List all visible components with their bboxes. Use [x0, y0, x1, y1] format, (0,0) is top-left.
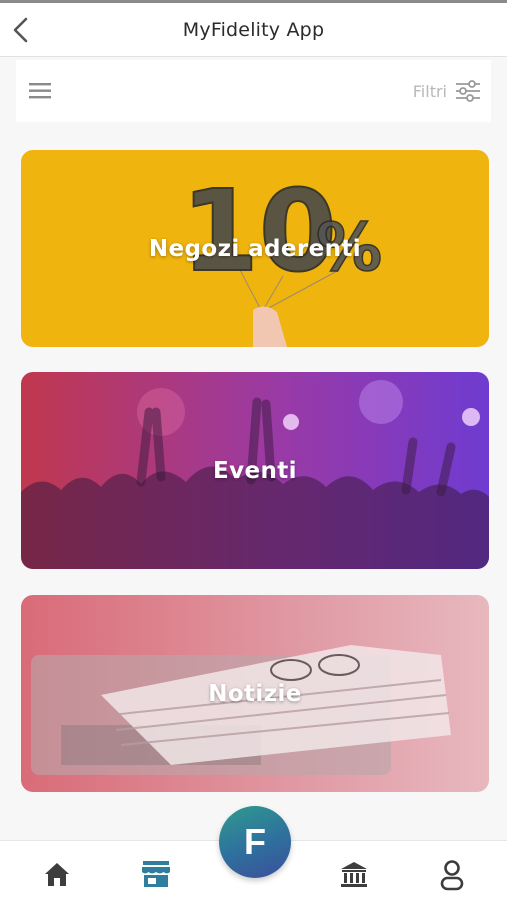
- filter-button[interactable]: Filtri: [413, 76, 481, 106]
- card-eventi[interactable]: Eventi: [21, 372, 489, 569]
- nav-store[interactable]: [136, 859, 176, 893]
- store-icon: [142, 861, 170, 887]
- card-label-eventi: Eventi: [213, 457, 297, 484]
- nav-home[interactable]: [37, 859, 77, 893]
- back-button[interactable]: [10, 16, 32, 44]
- page-title: MyFidelity App: [182, 18, 325, 41]
- card-label-notizie: Notizie: [208, 680, 302, 707]
- card-notizie[interactable]: Notizie: [21, 595, 489, 792]
- app-header: MyFidelity App: [0, 3, 507, 57]
- card-negozi-aderenti[interactable]: 10 % Negozi aderenti: [21, 150, 489, 347]
- chevron-left-icon: [13, 17, 28, 43]
- nav-profile[interactable]: [432, 859, 472, 893]
- card-label-negozi: Negozi aderenti: [148, 235, 362, 262]
- sliders-icon: [456, 80, 480, 102]
- hamburger-menu-icon: [29, 83, 51, 99]
- menu-button[interactable]: [28, 80, 54, 102]
- fidelity-fab-button[interactable]: F: [219, 806, 291, 878]
- nav-bank[interactable]: [334, 859, 374, 893]
- filter-label: Filtri: [412, 81, 447, 101]
- fab-logo-letter: F: [244, 821, 266, 862]
- home-icon: [45, 863, 69, 886]
- toolbar: Filtri: [16, 60, 491, 122]
- bank-icon: [341, 862, 367, 887]
- svg-text:10: 10: [181, 167, 337, 297]
- user-icon: [440, 860, 464, 891]
